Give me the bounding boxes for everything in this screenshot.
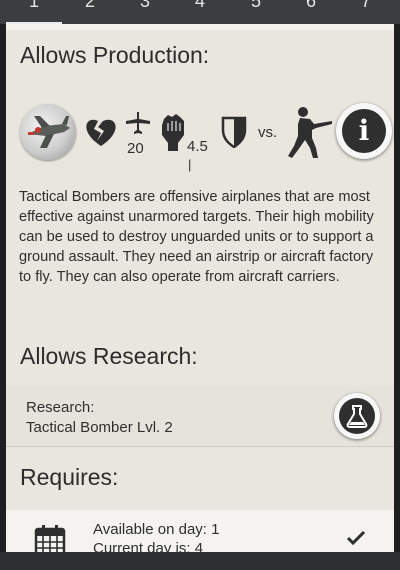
attack-value: 4.5 [187, 138, 208, 155]
right-edge [394, 24, 400, 570]
tab-2[interactable]: 2 [80, 0, 100, 12]
research-heading: Allows Research: [20, 343, 198, 369]
research-button[interactable] [334, 393, 380, 439]
speed-value: 20 [127, 140, 144, 157]
broken-heart-icon [86, 119, 116, 146]
versus-label: vs. [258, 124, 278, 141]
production-heading: Allows Production: [20, 42, 210, 68]
tab-bar: 1 2 3 4 5 6 7 [0, 0, 400, 25]
check-icon [347, 531, 365, 545]
tab-4[interactable]: 4 [190, 0, 210, 12]
panel-top-edge [6, 24, 394, 30]
tab-1[interactable]: 1 [24, 0, 44, 12]
info-icon: i [342, 109, 386, 153]
unit-detail-panel: Allows Production: 20 4.5 | vs. i Tactic… [6, 24, 394, 570]
shield-icon [221, 116, 247, 148]
flask-icon [339, 398, 375, 434]
research-item-name: Tactical Bomber Lvl. 2 [26, 419, 173, 436]
tab-3[interactable]: 3 [135, 0, 155, 12]
fist-icon [162, 114, 184, 151]
unit-description: Tactical Bombers are offensive airplanes… [19, 189, 374, 285]
unit-stat-row: 20 4.5 | vs. i [18, 100, 392, 172]
available-day: Available on day: 1 [93, 521, 220, 538]
research-divider-bottom [6, 446, 394, 447]
airplane-icon [126, 112, 150, 134]
info-button[interactable]: i [336, 103, 392, 159]
tab-6[interactable]: 6 [301, 0, 321, 12]
research-label: Research: [26, 399, 95, 416]
bottom-bar [0, 552, 400, 570]
tab-5[interactable]: 5 [246, 0, 266, 12]
unit-avatar[interactable] [20, 104, 76, 160]
attack-sub-value: | [188, 157, 192, 172]
soldier-icon [288, 107, 332, 158]
requires-heading: Requires: [20, 464, 119, 490]
tab-7[interactable]: 7 [356, 0, 376, 12]
research-item: Research: Tactical Bomber Lvl. 2 [6, 386, 394, 446]
